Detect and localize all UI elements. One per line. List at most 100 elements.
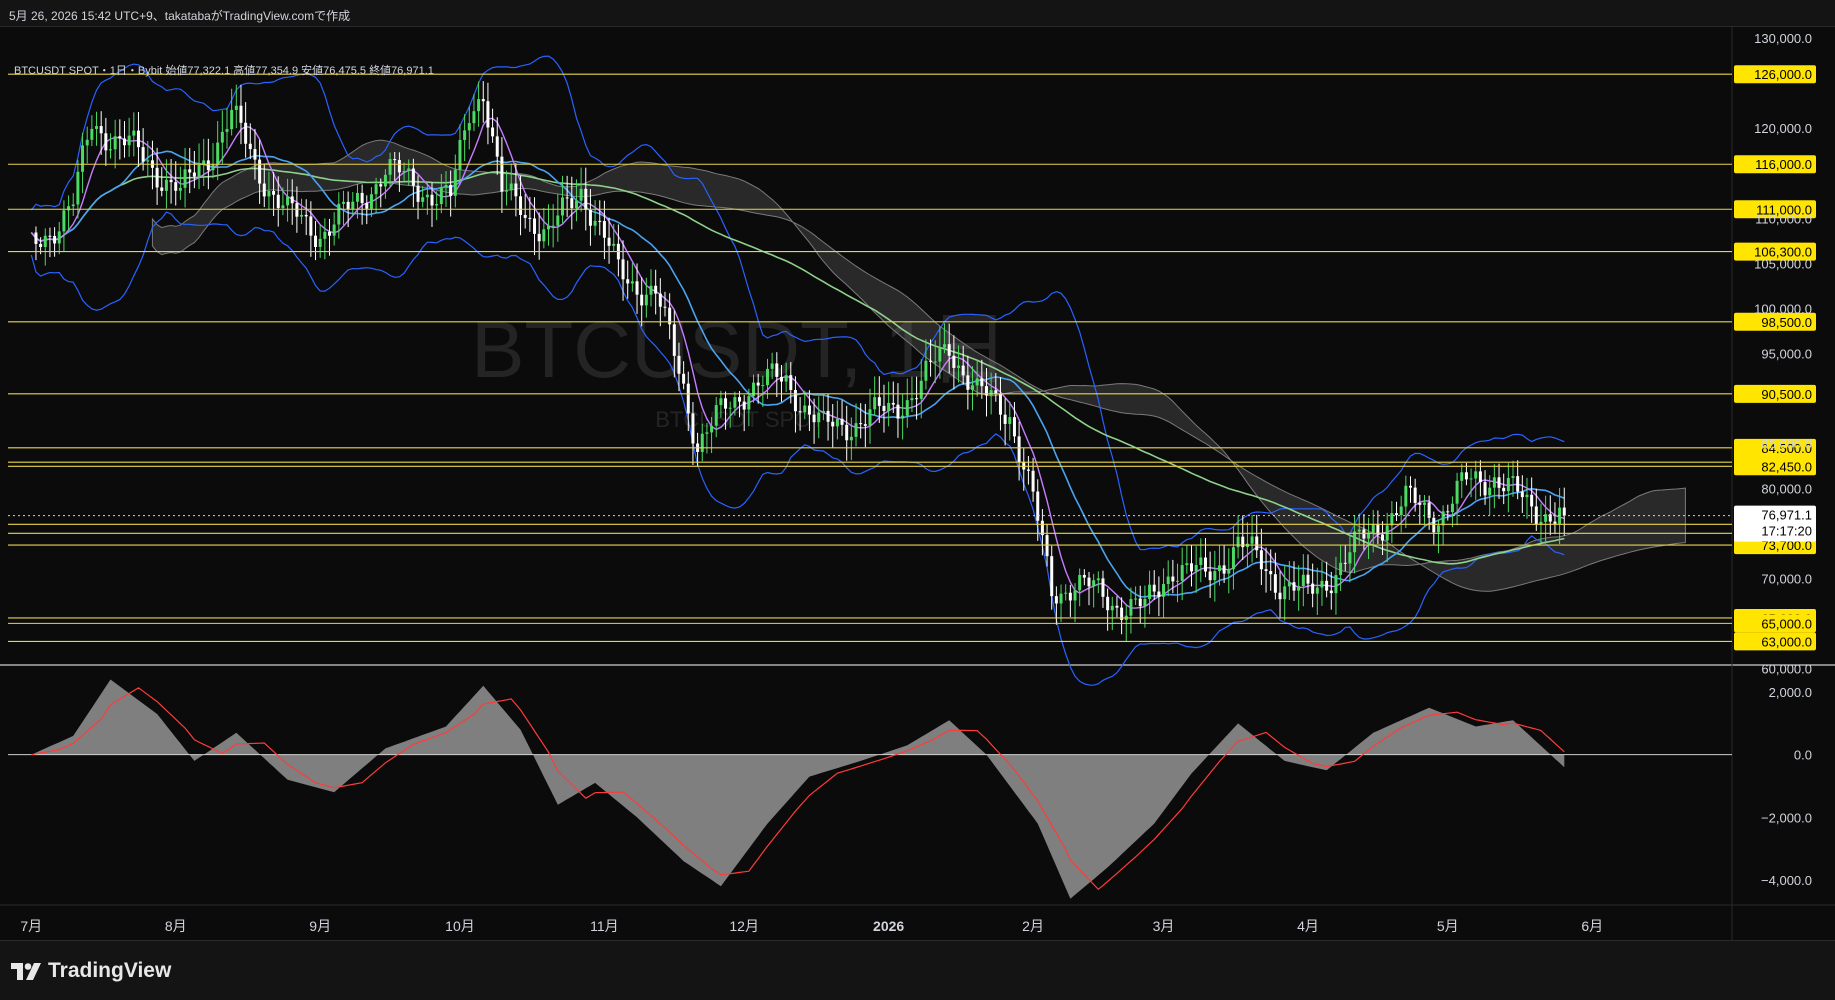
candle-body [835,418,839,427]
candle-body [1073,590,1077,601]
time-tick-label: 4月 [1297,918,1319,934]
candle-body [323,231,327,239]
candle-body [1203,557,1207,572]
candle-body [765,368,769,386]
candle-body [365,203,369,209]
candle-body [775,363,779,377]
candle-body [104,133,108,151]
candle-body [430,194,434,206]
candle-body [714,405,718,426]
candle-body [574,200,578,209]
candle-body [505,190,509,192]
candle-body [640,294,644,306]
candle-body [910,398,914,401]
candle-body [421,197,425,202]
candle-body [1320,580,1324,588]
candle-body [998,393,1002,415]
legend-close: 76,971.1 [391,65,434,77]
candle-body [1390,513,1394,526]
macd-tick-label: 0.0 [1794,748,1812,763]
candle-body [882,405,886,412]
candle-body [1208,571,1212,581]
candle-body [817,412,821,423]
candle-body [1353,531,1357,553]
candle-body [155,167,159,188]
candle-body [397,160,401,173]
candle-body [975,378,979,386]
candle-body [1413,487,1417,503]
candle-body [127,135,131,146]
candle-body [192,172,196,177]
candle-body [612,243,616,246]
candle-body [48,235,52,237]
candle-body [225,129,229,132]
candle-body [1134,598,1138,600]
candle-body [710,425,714,433]
time-tick-label: 10月 [445,918,475,934]
candle-body [1334,575,1338,594]
candle-body [57,231,61,244]
level-tag-label: 116,000.0 [1755,157,1812,172]
legend-low-label: 安値 [301,65,324,77]
candle-body [164,179,168,191]
candle-body [919,380,923,399]
candle-body [318,238,322,247]
candle-body [328,231,332,236]
candle-body [793,389,797,412]
candle-body [85,139,89,146]
macd-tick-label: −2,000.0 [1761,810,1812,825]
price-tick-label: 95,000.0 [1761,346,1812,361]
chart-canvas[interactable]: BTCUSDT, 1日BTCUSDT SPOT126,000.0116,000.… [0,27,1835,940]
candle-body [905,400,909,416]
candle-body [1348,552,1352,564]
candle-body [1432,517,1436,533]
candle-body [360,192,364,204]
candle-body [1395,513,1399,516]
candle-body [1516,476,1520,492]
candle-body [230,109,234,130]
candle-body [719,398,723,406]
candle-body [95,126,99,129]
candle-body [286,196,290,206]
candle-body [626,279,630,284]
candle-body [1213,571,1217,581]
candle-body [216,142,220,165]
candle-body [160,187,164,191]
candle-body [691,413,695,444]
candle-body [686,383,690,414]
candle-body [351,201,355,210]
candle-body [1217,565,1221,572]
candle-body [1176,580,1180,582]
candle-body [300,214,304,217]
candle-body [1199,557,1203,565]
candle-body [425,194,429,198]
time-tick-label: 2月 [1022,918,1044,934]
candle-body [486,101,490,128]
candle-body [1101,578,1105,597]
candle-body [453,169,457,196]
candle-body [738,397,742,402]
candle-body [896,404,900,419]
candle-body [62,210,66,232]
price-tick-label: 100,000.0 [1754,301,1812,316]
candle-body [1436,525,1440,533]
price-tick-label: 60,000.0 [1761,661,1812,676]
candle-body [1259,550,1263,570]
candle-body [868,409,872,426]
candle-body [705,432,709,434]
price-tick-label: 105,000.0 [1754,256,1812,271]
candle-body [76,171,80,205]
candle-body [1255,536,1259,551]
candle-body [272,191,276,195]
candle-body [658,293,662,307]
candle-body [901,415,905,419]
candle-body [770,363,774,369]
candle-body [840,418,844,425]
candle-body [1148,584,1152,599]
tradingview-logo[interactable]: TradingView [11,959,171,983]
chart-area[interactable]: BTCUSDT, 1日 BTCUSDT SPOT 126,000.0 116,000.… [0,27,1835,940]
candle-body [1250,536,1254,544]
candle-body [682,373,686,384]
candle-body [211,164,215,171]
candle-body [542,229,546,242]
